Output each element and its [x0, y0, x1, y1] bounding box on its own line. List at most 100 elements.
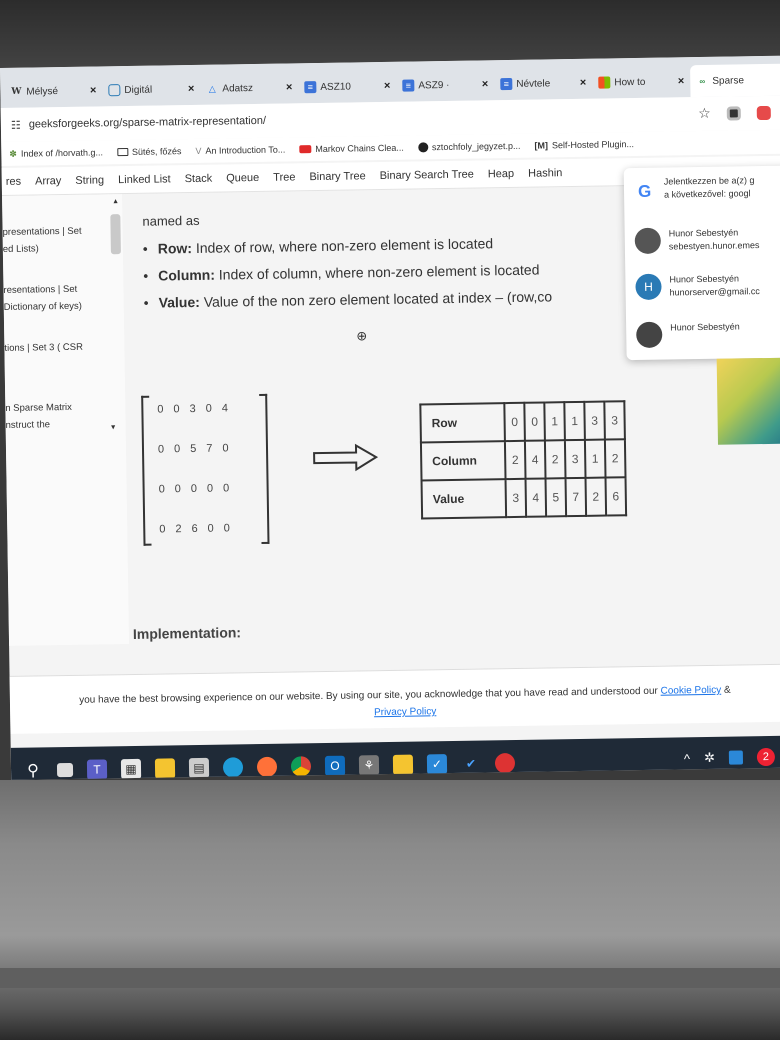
bookmark-sutes-fozes[interactable]: Sütés, főzés — [116, 146, 182, 157]
tab-nevtelen[interactable]: ≡ Névtele × — [494, 67, 592, 101]
doc-icon: ≡ — [500, 77, 513, 91]
implementation-heading: Implementation: — [132, 624, 242, 642]
nav-item[interactable]: res — [6, 175, 21, 187]
bookmark-introduction[interactable]: V An Introduction To... — [195, 145, 285, 156]
bookmark-v-icon: V — [195, 145, 202, 156]
search-icon[interactable]: ⚲ — [23, 760, 43, 780]
matrix-cell: 0 — [159, 523, 166, 536]
nav-item-bst[interactable]: Binary Search Tree — [380, 168, 474, 181]
table-cell: 6 — [605, 477, 627, 516]
firefox-icon[interactable] — [256, 756, 278, 778]
matrix-cell: 0 — [173, 403, 180, 416]
sidebar-item[interactable]: resentations | Set Dictionary of keys) — [3, 280, 108, 316]
url-field[interactable]: geeksforgeeks.org/sparse-matrix-represen… — [29, 115, 266, 131]
sidebar-scrollbar[interactable] — [110, 214, 121, 255]
intro-text: named as — [142, 212, 200, 229]
settings-icon[interactable]: ✲ — [704, 750, 715, 766]
table-cell: 2 — [544, 440, 566, 479]
sidebar-item-line: n Sparse Matrix — [5, 401, 72, 414]
star-icon[interactable]: ☆ — [698, 105, 711, 122]
chevron-up-icon[interactable]: ^ — [684, 751, 690, 766]
close-icon[interactable]: × — [188, 83, 195, 95]
account-item[interactable]: Hunor Sebestyén sebestyen.hunor.emes — [634, 226, 760, 255]
account-item[interactable]: Hunor Sebestyén — [636, 320, 740, 349]
matrix-cell: 4 — [221, 402, 229, 415]
task-view-icon[interactable] — [56, 762, 74, 778]
matrix-bracket-left — [141, 395, 152, 546]
bookmark-self-hosted[interactable]: [M] Self-Hosted Plugin... — [534, 139, 634, 151]
sidebar-item[interactable]: n Sparse Matrix nstruct the — [5, 398, 110, 434]
tab-digital[interactable]: Digitál × — [102, 73, 200, 107]
nav-item-hashing[interactable]: Hashin — [528, 167, 562, 180]
nav-item-array[interactable]: Array — [35, 175, 61, 187]
cookie-policy-link[interactable]: Cookie Policy — [661, 685, 722, 697]
sticky-notes-icon[interactable] — [392, 754, 414, 775]
calendar-icon[interactable]: ▦ — [120, 758, 142, 780]
close-icon[interactable]: × — [678, 75, 685, 87]
pocket-icon[interactable] — [756, 105, 771, 120]
bullet-text: Index of column, where non-zero element … — [214, 261, 540, 283]
youtube-icon — [299, 145, 312, 154]
tab-adatsz[interactable]: △ Adatsz × — [200, 71, 298, 105]
outlook-tray-icon[interactable] — [728, 750, 744, 765]
todo-icon[interactable]: ✔ — [461, 754, 481, 774]
matrix-row: 02600 — [159, 522, 230, 535]
tab-melyse[interactable]: W Mélysé × — [4, 74, 102, 108]
file-explorer-icon[interactable] — [154, 758, 176, 779]
outlook-icon[interactable]: O — [324, 755, 346, 776]
chrome-icon[interactable] — [290, 756, 312, 777]
matrix-cell: 0 — [174, 443, 181, 456]
value-header: Value — [421, 479, 507, 519]
table-cell: 3 — [505, 478, 527, 518]
nav-item-tree[interactable]: Tree — [273, 171, 295, 183]
edge-icon[interactable] — [222, 757, 244, 778]
bullet-text: Value of the non zero element located at… — [199, 288, 553, 310]
nav-item-string[interactable]: String — [75, 174, 104, 186]
teams-icon[interactable]: T — [86, 759, 108, 780]
close-icon[interactable]: × — [90, 84, 97, 96]
scroll-up-icon[interactable]: ▲ — [112, 198, 119, 205]
close-icon[interactable]: × — [286, 81, 293, 93]
folder-icon — [116, 148, 129, 157]
popup-subtitle: a következővel: googl — [663, 188, 751, 200]
related-articles-sidebar: presentations | Set ed Lists) resentatio… — [2, 194, 130, 646]
sidebar-item[interactable]: tions | Set 3 ( CSR — [4, 338, 108, 357]
matrix-bracket-right — [259, 393, 270, 544]
bookmark-sztochfoly[interactable]: sztochfoly_jegyzet.p... — [417, 141, 521, 153]
extension-icon[interactable] — [726, 105, 741, 121]
bookmark-index[interactable]: ✽ Index of /horvath.g... — [9, 147, 103, 159]
tab-asz10[interactable]: ≡ ASZ10 × — [298, 70, 396, 104]
close-icon[interactable]: × — [384, 80, 391, 92]
tab-label: ASZ9 · — [418, 79, 450, 91]
doc-icon: ≡ — [402, 79, 415, 92]
nav-item-heap[interactable]: Heap — [488, 167, 514, 179]
app-icon[interactable]: ⚘ — [358, 755, 380, 776]
close-icon[interactable]: × — [580, 77, 587, 89]
sidebar-item[interactable]: presentations | Set ed Lists) — [2, 222, 107, 258]
notification-badge[interactable]: 2 — [756, 747, 776, 767]
nav-item-stack[interactable]: Stack — [185, 172, 213, 184]
photos-icon[interactable]: ✓ — [426, 754, 448, 775]
row-header: Row — [420, 403, 505, 443]
bullet-term: Column: — [158, 266, 216, 284]
nav-item-queue[interactable]: Queue — [226, 171, 259, 184]
nav-item-binary-tree[interactable]: Binary Tree — [309, 170, 365, 183]
sidebar-item-line: resentations | Set — [3, 283, 78, 296]
scroll-down-icon[interactable]: ▼ — [110, 424, 117, 431]
site-settings-icon[interactable]: ☷ — [11, 118, 21, 131]
sidebar-item-line: presentations | Set — [2, 225, 82, 238]
close-icon[interactable]: × — [482, 78, 489, 90]
nav-item-linked-list[interactable]: Linked List — [118, 173, 171, 186]
tab-asz9[interactable]: ≡ ASZ9 · × — [396, 68, 494, 102]
bookmark-markov[interactable]: Markov Chains Clea... — [299, 143, 404, 155]
windows-taskbar: ⚲ T ▦ ▤ O ⚘ ✓ ✔ ^ ✲ 2 — [10, 735, 780, 780]
tab-sparse[interactable]: ∞ Sparse — [690, 63, 780, 98]
media-icon[interactable] — [494, 752, 516, 774]
privacy-policy-link[interactable]: Privacy Policy — [374, 706, 436, 718]
zoom-icon[interactable]: ⊕ — [356, 328, 367, 344]
tab-how-to[interactable]: How to × — [592, 65, 690, 99]
account-item[interactable]: H Hunor Sebestyén hunorserver@gmail.cc — [635, 272, 760, 301]
matrix-cell: 7 — [206, 442, 213, 455]
account-email: sebestyen.hunor.emes — [668, 240, 760, 252]
store-icon[interactable]: ▤ — [188, 757, 210, 779]
